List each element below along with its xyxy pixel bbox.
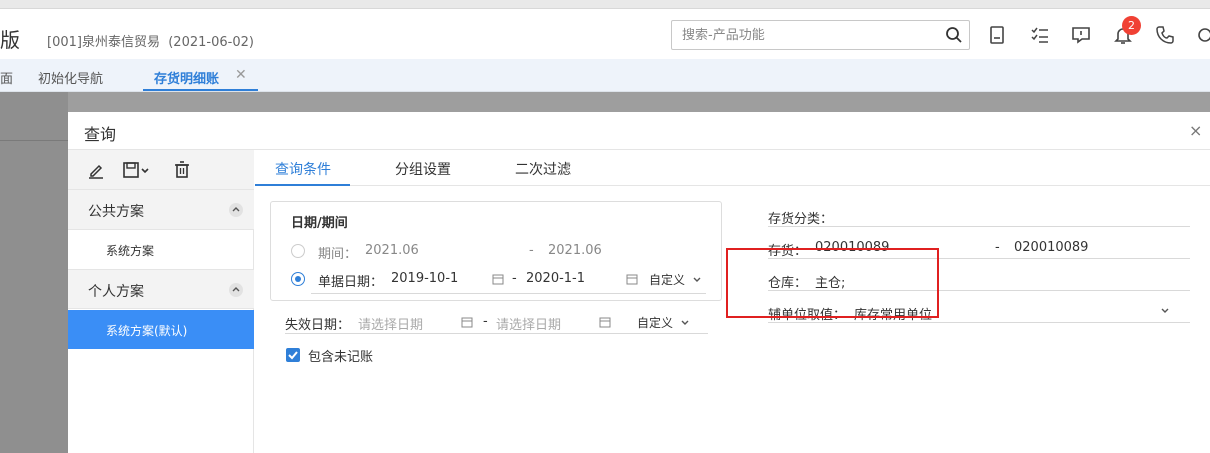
- stock-separator: -: [995, 240, 1000, 255]
- scheme-sidebar: 公共方案 系统方案 个人方案 系统方案(默认): [68, 150, 254, 453]
- group-label: 个人方案: [88, 284, 144, 300]
- chevron-down-icon[interactable]: [680, 318, 690, 328]
- date-period-box: 日期/期间 期间： 2021.06 - 2021.06 单据日期： 2019-1…: [270, 201, 722, 301]
- edit-icon[interactable]: [88, 160, 104, 180]
- doc-date-custom-select[interactable]: 自定义: [649, 271, 685, 288]
- include-unposted-checkbox[interactable]: [286, 348, 300, 362]
- field-underline: [311, 293, 706, 294]
- search-icon[interactable]: [945, 26, 963, 44]
- field-underline: [768, 322, 1190, 323]
- scheme-item-system-default[interactable]: 系统方案(默认): [68, 310, 254, 349]
- doc-date-to-value[interactable]: 2020-1-1: [526, 271, 585, 286]
- expire-separator: -: [483, 314, 488, 329]
- include-unposted-label: 包含未记账: [308, 350, 374, 365]
- expire-from-input[interactable]: 请选择日期: [358, 314, 423, 333]
- dialog-header: 查询 ×: [68, 112, 1210, 150]
- notification-badge: 2: [1122, 16, 1141, 35]
- app-logo: 版: [0, 28, 20, 52]
- doc-date-label: 单据日期：: [318, 275, 384, 290]
- save-dropdown-icon[interactable]: [122, 160, 152, 180]
- period-separator: -: [529, 243, 534, 258]
- doc-date-radio[interactable]: [291, 272, 305, 286]
- save-icon[interactable]: [987, 25, 1007, 45]
- search-box[interactable]: [671, 20, 970, 50]
- period-to-value[interactable]: 2021.06: [548, 243, 602, 258]
- highlight-annotation-box: [726, 248, 939, 318]
- expire-custom-select[interactable]: 自定义: [637, 314, 673, 331]
- inventory-category-label: 存货分类：: [768, 212, 834, 227]
- period-label: 期间：: [318, 247, 358, 262]
- dialog-title: 查询: [84, 125, 117, 144]
- app-header: 版 [001]泉州泰信贸易 (2021-06-02) 2: [0, 9, 1210, 59]
- date-period-title: 日期/期间: [291, 216, 348, 231]
- query-dialog: 查询 × 公共方案 系统方案 个人方案 系统方案(默认) 查询条件 分组设置 二…: [68, 112, 1210, 453]
- tab-home[interactable]: 面: [0, 68, 13, 87]
- calendar-icon[interactable]: [492, 273, 504, 285]
- dialog-close-icon[interactable]: ×: [1189, 121, 1202, 140]
- active-tab-indicator: [255, 184, 350, 186]
- window-top-strip: [0, 0, 1210, 9]
- scheme-item-system[interactable]: 系统方案: [68, 230, 254, 269]
- message-icon[interactable]: [1071, 25, 1091, 45]
- modal-backdrop: [0, 92, 68, 453]
- period-radio[interactable]: [291, 244, 305, 258]
- active-tab-indicator: [143, 89, 258, 91]
- doc-date-from-value[interactable]: 2019-10-1: [391, 271, 458, 286]
- tab-secondary-filter[interactable]: 二次过滤: [515, 159, 571, 179]
- chevron-up-icon[interactable]: [229, 203, 243, 217]
- company-name: [001]泉州泰信贸易: [47, 35, 160, 50]
- field-underline: [285, 333, 708, 334]
- field-underline: [768, 226, 1190, 227]
- company-date: (2021-06-02): [168, 35, 254, 50]
- close-icon[interactable]: ✕: [235, 67, 247, 83]
- period-from-value[interactable]: 2021.06: [365, 243, 419, 258]
- query-tabs: 查询条件 分组设置 二次过滤: [255, 150, 1210, 186]
- tab-init-nav[interactable]: 初始化导航: [38, 68, 103, 87]
- delete-icon[interactable]: [174, 160, 190, 180]
- doc-date-separator: -: [512, 271, 517, 286]
- scheme-toolbar: [68, 150, 254, 190]
- phone-icon[interactable]: [1155, 25, 1175, 45]
- scheme-item-label: 系统方案(默认): [106, 324, 188, 338]
- company-info: [001]泉州泰信贸易 (2021-06-02): [47, 31, 254, 50]
- chevron-down-icon[interactable]: [1160, 306, 1170, 316]
- scheme-item-label: 系统方案: [106, 244, 155, 258]
- task-list-icon[interactable]: [1030, 25, 1050, 45]
- tab-group-settings[interactable]: 分组设置: [395, 159, 451, 179]
- calendar-icon[interactable]: [626, 273, 638, 285]
- stock-to-value[interactable]: 020010089: [1014, 240, 1088, 255]
- chevron-up-icon[interactable]: [229, 283, 243, 297]
- group-label: 公共方案: [88, 204, 144, 220]
- search-input[interactable]: [672, 21, 932, 49]
- tab-query-conditions[interactable]: 查询条件: [275, 159, 331, 179]
- check-icon: [288, 351, 298, 360]
- support-icon[interactable]: [1195, 25, 1210, 45]
- tab-inventory-ledger[interactable]: 存货明细账: [154, 68, 219, 87]
- backdrop-divider: [0, 140, 68, 141]
- page-tab-bar: 面 初始化导航 存货明细账 ✕: [0, 59, 1210, 92]
- personal-scheme-group[interactable]: 个人方案: [68, 269, 254, 309]
- calendar-icon[interactable]: [461, 316, 473, 328]
- expire-to-input[interactable]: 请选择日期: [496, 314, 561, 333]
- expire-date-label: 失效日期：: [285, 318, 351, 333]
- calendar-icon[interactable]: [599, 316, 611, 328]
- public-scheme-group[interactable]: 公共方案: [68, 190, 254, 230]
- chevron-down-icon[interactable]: [692, 275, 702, 285]
